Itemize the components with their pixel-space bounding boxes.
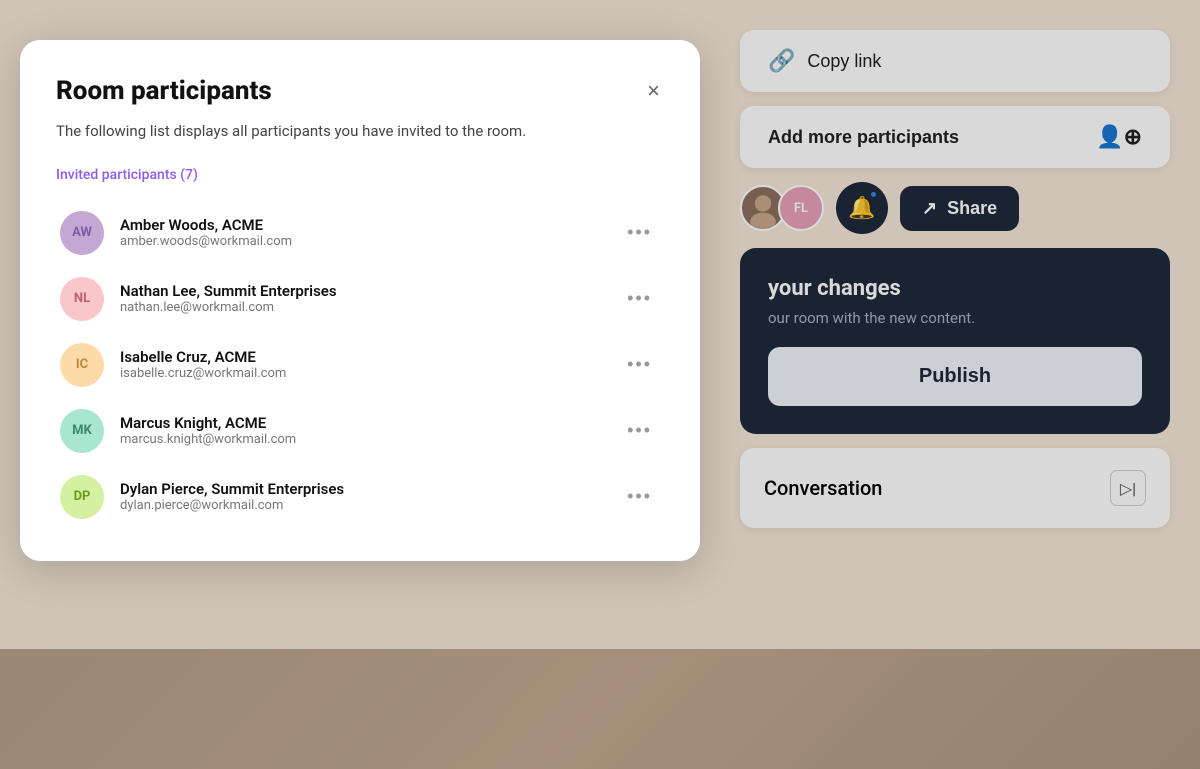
invited-participants-label: Invited participants (7) [56,167,664,183]
participant-email: isabelle.cruz@workmail.com [120,366,603,381]
room-participants-modal: Room participants × The following list d… [20,40,700,561]
participant-more-button[interactable]: ••• [619,218,660,247]
participant-info: Amber Woods, ACME amber.woods@workmail.c… [120,216,603,249]
modal-header: Room participants × [56,76,664,106]
participant-list: AW Amber Woods, ACME amber.woods@workmai… [56,201,664,529]
participant-name: Isabelle Cruz, ACME [120,348,603,366]
participant-avatar: IC [60,343,104,387]
participant-name: Marcus Knight, ACME [120,414,603,432]
participant-item: NL Nathan Lee, Summit Enterprises nathan… [56,267,664,331]
participant-item: AW Amber Woods, ACME amber.woods@workmai… [56,201,664,265]
participant-info: Marcus Knight, ACME marcus.knight@workma… [120,414,603,447]
participant-info: Nathan Lee, Summit Enterprises nathan.le… [120,282,603,315]
participant-info: Isabelle Cruz, ACME isabelle.cruz@workma… [120,348,603,381]
participant-email: amber.woods@workmail.com [120,234,603,249]
participant-item: IC Isabelle Cruz, ACME isabelle.cruz@wor… [56,333,664,397]
participant-more-button[interactable]: ••• [619,284,660,313]
participant-email: marcus.knight@workmail.com [120,432,603,447]
participant-name: Amber Woods, ACME [120,216,603,234]
modal-title: Room participants [56,76,272,106]
participant-more-button[interactable]: ••• [619,482,660,511]
participant-avatar: NL [60,277,104,321]
close-button[interactable]: × [643,76,664,106]
participant-info: Dylan Pierce, Summit Enterprises dylan.p… [120,480,603,513]
participant-avatar: DP [60,475,104,519]
participant-avatar: MK [60,409,104,453]
participant-item: DP Dylan Pierce, Summit Enterprises dyla… [56,465,664,529]
participant-more-button[interactable]: ••• [619,350,660,379]
participant-more-button[interactable]: ••• [619,416,660,445]
participant-name: Nathan Lee, Summit Enterprises [120,282,603,300]
modal-description: The following list displays all particip… [56,120,664,143]
participant-avatar: AW [60,211,104,255]
participant-email: dylan.pierce@workmail.com [120,498,603,513]
participant-item: MK Marcus Knight, ACME marcus.knight@wor… [56,399,664,463]
participant-name: Dylan Pierce, Summit Enterprises [120,480,603,498]
participant-email: nathan.lee@workmail.com [120,300,603,315]
